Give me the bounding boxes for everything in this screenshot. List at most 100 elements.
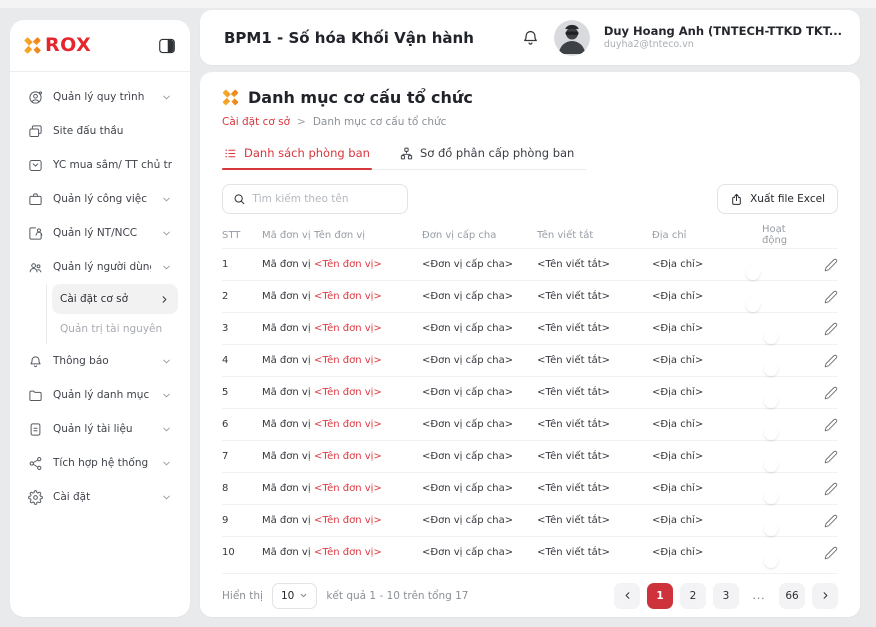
notification-bell-icon[interactable] — [521, 28, 540, 47]
table-row: 3 Mã đơn vị <Tên đơn vị> <Đơn vị cấp cha… — [222, 312, 838, 344]
cell-don-vi-cap-cha: <Đơn vị cấp cha> — [422, 515, 537, 526]
cell-ma-don-vi: Mã đơn vị — [262, 547, 314, 558]
chevron-down-icon — [161, 492, 172, 503]
gear-icon — [28, 490, 43, 505]
cell-don-vi-cap-cha: <Đơn vị cấp cha> — [422, 387, 537, 398]
cell-dia-chi: <Địa chỉ> — [652, 515, 762, 526]
edit-icon[interactable] — [814, 482, 838, 496]
user-name: Duy Hoang Anh (TNTECH-TTKD TKT... — [604, 24, 842, 39]
top-strip — [0, 0, 876, 8]
site-icon — [28, 124, 43, 139]
sidebar-item-quan-ly-tai-lieu[interactable]: Quản lý tài liệu — [22, 412, 178, 446]
sidebar-item-cai-dat[interactable]: Cài đặt — [22, 480, 178, 514]
sidebar-subitem-cai-dat-co-so[interactable]: Cài đặt cơ sở — [52, 284, 178, 314]
sidebar-submenu: Cài đặt cơ sở Quản trị tài nguyên — [46, 284, 178, 344]
col-ten-viet-tat: Tên viết tắt — [537, 230, 652, 241]
export-excel-button[interactable]: Xuất file Excel — [717, 184, 838, 214]
cell-ma-don-vi: Mã đơn vị — [262, 483, 314, 494]
sidebar-item-quan-ly-nt-ncc[interactable]: Quản lý NT/NCC — [22, 216, 178, 250]
table-row: 4 Mã đơn vị <Tên đơn vị> <Đơn vị cấp cha… — [222, 344, 838, 376]
sidebar-item-tich-hop-he-thong[interactable]: Tích hợp hệ thống — [22, 446, 178, 480]
cell-ten-don-vi: <Tên đơn vị> — [314, 515, 422, 526]
col-hoat-dong: Hoạt động — [762, 224, 814, 246]
cell-ma-don-vi: Mã đơn vị — [262, 451, 314, 462]
pagination-next-button[interactable] — [812, 583, 838, 609]
edit-icon[interactable] — [814, 450, 838, 464]
edit-icon[interactable] — [814, 514, 838, 528]
folder-user-icon — [28, 226, 43, 241]
sidebar-item-quan-ly-quy-trinh[interactable]: Quản lý quy trình — [22, 80, 178, 114]
cell-ten-viet-tat: <Tên viết tắt> — [537, 291, 652, 302]
user-avatar[interactable] — [554, 20, 590, 56]
cell-stt: 9 — [222, 515, 262, 526]
sidebar-subitem-quan-tri-tai-nguyen[interactable]: Quản trị tài nguyên — [52, 314, 178, 344]
table-row: 2 Mã đơn vị <Tên đơn vị> <Đơn vị cấp cha… — [222, 280, 838, 312]
search-input[interactable] — [252, 193, 397, 205]
cell-ten-viet-tat: <Tên viết tắt> — [537, 355, 652, 366]
cell-don-vi-cap-cha: <Đơn vị cấp cha> — [422, 259, 537, 270]
table-footer: Hiển thị 10 kết quả 1 - 10 trên tổng 17 … — [222, 573, 838, 617]
cell-don-vi-cap-cha: <Đơn vị cấp cha> — [422, 291, 537, 302]
users-icon — [28, 260, 43, 275]
page-button-66[interactable]: 66 — [779, 583, 805, 609]
breadcrumb: Cài đặt cơ sở > Danh mục cơ cấu tổ chức — [222, 116, 838, 128]
cell-dia-chi: <Địa chỉ> — [652, 451, 762, 462]
chevron-left-icon — [622, 590, 633, 601]
edit-icon[interactable] — [814, 354, 838, 368]
chevron-right-icon — [820, 590, 831, 601]
departments-table: STT Mã đơn vị Tên đơn vị Đơn vị cấp cha … — [222, 222, 838, 568]
result-count-text: kết quả 1 - 10 trên tổng 17 — [326, 590, 468, 602]
cell-ten-viet-tat: <Tên viết tắt> — [537, 323, 652, 334]
table-row: 10 Mã đơn vị <Tên đơn vị> <Đơn vị cấp ch… — [222, 536, 838, 568]
main-content: Danh mục cơ cấu tổ chức Cài đặt cơ sở > … — [200, 72, 860, 617]
sidebar-item-quan-ly-danh-muc[interactable]: Quản lý danh mục — [22, 378, 178, 412]
inbox-icon — [28, 158, 43, 173]
top-header: BPM1 - Số hóa Khối Vận hành Duy Hoang An… — [200, 10, 860, 65]
cell-stt: 6 — [222, 419, 262, 430]
cell-ma-don-vi: Mã đơn vị — [262, 355, 314, 366]
edit-icon[interactable] — [814, 546, 838, 560]
search-box — [222, 184, 408, 214]
cell-dia-chi: <Địa chỉ> — [652, 323, 762, 334]
edit-icon[interactable] — [814, 322, 838, 336]
sidebar-item-site-dau-thau[interactable]: Site đấu thầu — [22, 114, 178, 148]
cell-ten-viet-tat: <Tên viết tắt> — [537, 515, 652, 526]
cell-dia-chi: <Địa chỉ> — [652, 355, 762, 366]
sidebar-collapse-icon[interactable] — [158, 38, 176, 54]
pagination-prev-button[interactable] — [614, 583, 640, 609]
cell-ma-don-vi: Mã đơn vị — [262, 291, 314, 302]
col-don-vi-cap-cha: Đơn vị cấp cha — [422, 230, 537, 241]
cell-dia-chi: <Địa chỉ> — [652, 387, 762, 398]
cell-don-vi-cap-cha: <Đơn vị cấp cha> — [422, 355, 537, 366]
edit-icon[interactable] — [814, 418, 838, 432]
sidebar-item-thong-bao[interactable]: Thông báo — [22, 344, 178, 378]
chevron-down-icon — [161, 458, 172, 469]
tab-so-do-phan-cap[interactable]: Sơ đồ phân cấp phòng ban — [398, 140, 576, 169]
tab-danh-sach-phong-ban[interactable]: Danh sách phòng ban — [222, 140, 372, 169]
col-stt: STT — [222, 230, 262, 241]
col-ten-don-vi: Tên đơn vị — [314, 230, 422, 241]
breadcrumb-parent[interactable]: Cài đặt cơ sở — [222, 116, 290, 128]
export-icon — [730, 193, 743, 206]
list-icon — [224, 147, 237, 160]
page-button-1[interactable]: 1 — [647, 583, 673, 609]
cell-dia-chi: <Địa chỉ> — [652, 291, 762, 302]
pagination-ellipsis: ... — [746, 583, 772, 609]
edit-icon[interactable] — [814, 386, 838, 400]
table-row: 9 Mã đơn vị <Tên đơn vị> <Đơn vị cấp cha… — [222, 504, 838, 536]
user-info[interactable]: Duy Hoang Anh (TNTECH-TTKD TKT... duyha2… — [604, 24, 842, 51]
sidebar-item-quan-ly-nguoi-dung[interactable]: Quản lý người dùng — [22, 250, 178, 284]
edit-icon[interactable] — [814, 258, 838, 272]
chevron-down-icon — [161, 92, 172, 103]
page-button-3[interactable]: 3 — [713, 583, 739, 609]
chevron-down-icon — [161, 424, 172, 435]
col-ma-don-vi: Mã đơn vị — [262, 230, 314, 241]
cell-ma-don-vi: Mã đơn vị — [262, 323, 314, 334]
page-size-select[interactable]: 10 — [272, 583, 317, 609]
page-button-2[interactable]: 2 — [680, 583, 706, 609]
logo-text: ROX — [45, 36, 91, 55]
search-icon — [233, 192, 245, 206]
sidebar-item-yc-mua-sam[interactable]: YC mua sắm/ TT chủ trương — [22, 148, 178, 182]
edit-icon[interactable] — [814, 290, 838, 304]
sidebar-item-quan-ly-cong-viec[interactable]: Quản lý công việc — [22, 182, 178, 216]
